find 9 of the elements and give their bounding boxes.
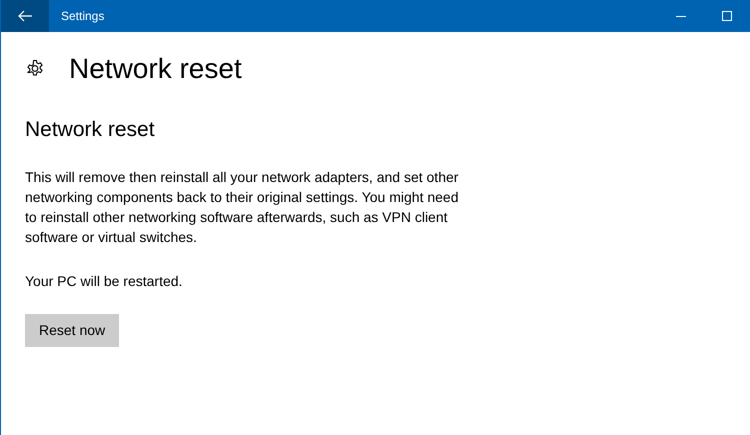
back-button[interactable]	[1, 0, 49, 32]
back-arrow-icon	[18, 10, 32, 22]
restart-note: Your PC will be restarted.	[25, 272, 184, 292]
section-heading: Network reset	[25, 116, 156, 143]
description-text: This will remove then reinstall all your network adapters, and set other networking components back to their original settings. You might need to reinstall other networking software afterwards, such as VPN client software or virtual switches.	[25, 168, 460, 248]
page-title: Network reset	[69, 52, 242, 86]
window-title: Settings	[61, 8, 104, 25]
reset-now-button[interactable]: Reset now	[25, 314, 120, 348]
maximize-icon	[722, 11, 732, 21]
